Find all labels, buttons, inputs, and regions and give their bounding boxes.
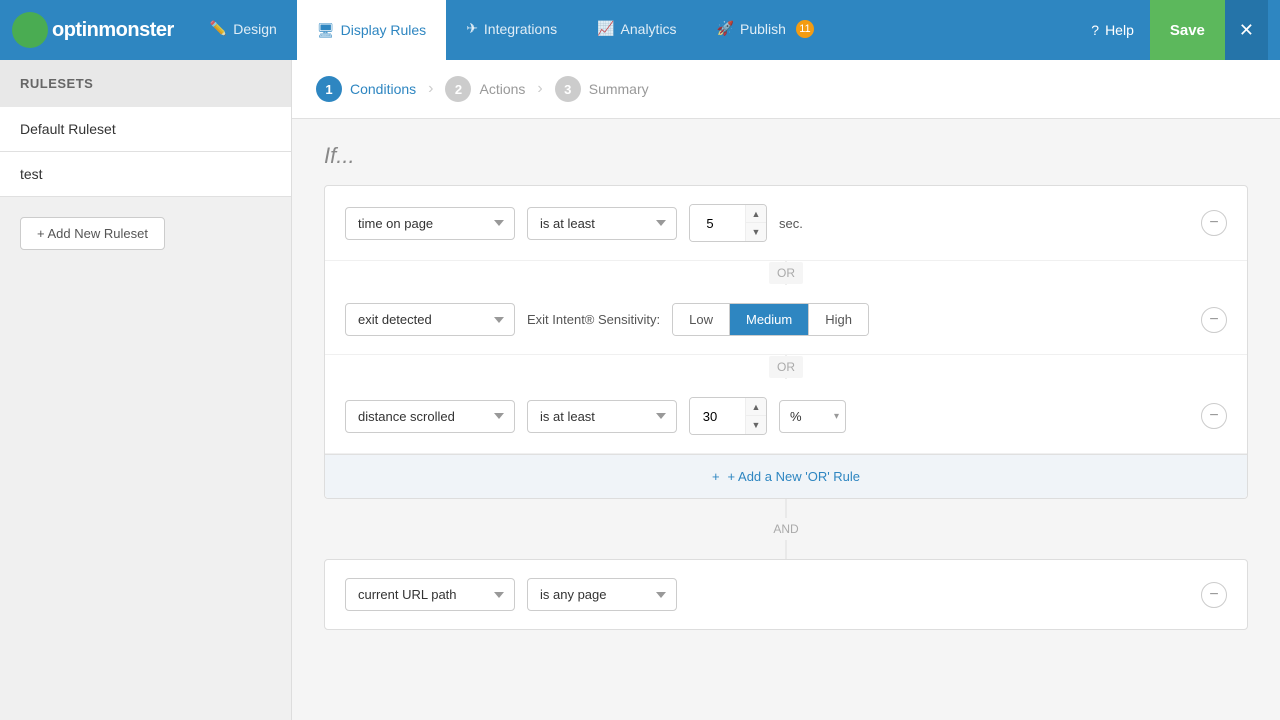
rules-area: If... time on page exit detected distanc… (292, 119, 1280, 654)
step-summary[interactable]: 3 Summary (555, 76, 649, 102)
spin-up-3[interactable]: ▲ (746, 398, 766, 416)
or-label-2: OR (769, 356, 803, 378)
spin-down-1[interactable]: ▼ (746, 223, 766, 241)
logo-text: optinmonster (52, 19, 174, 42)
logo-icon (12, 12, 48, 48)
steps-bar: 1 Conditions › 2 Actions › 3 Summary (292, 60, 1280, 119)
analytics-icon: 📈 (597, 20, 614, 37)
publish-badge: 11 (796, 20, 814, 38)
sidebar: Rulesets Default Ruleset test + Add New … (0, 60, 292, 720)
step-arrow-1: › (428, 80, 433, 98)
rule-row-exit-detected: exit detected time on page distance scro… (325, 285, 1247, 355)
add-or-rule-label: + Add a New 'OR' Rule (728, 469, 861, 484)
sensitivity-label: Exit Intent® Sensitivity: (527, 312, 660, 327)
spin-btns-3: ▲ ▼ (745, 398, 766, 434)
add-or-rule-button[interactable]: + + Add a New 'OR' Rule (325, 454, 1247, 498)
sensitivity-medium[interactable]: Medium (730, 304, 809, 335)
sensitivity-low[interactable]: Low (673, 304, 730, 335)
sidebar-item-test-label: test (20, 166, 43, 182)
number-input-wrap-3: ▲ ▼ (689, 397, 767, 435)
spin-up-1[interactable]: ▲ (746, 205, 766, 223)
condition-select-1[interactable]: time on page exit detected distance scro… (345, 207, 515, 240)
sensitivity-group: Low Medium High (672, 303, 869, 336)
step-3-circle: 3 (555, 76, 581, 102)
nav-tab-display-rules-label: Display Rules (341, 22, 427, 38)
unit-label-1: sec. (779, 216, 803, 231)
rule-group-1: time on page exit detected distance scro… (324, 185, 1248, 499)
nav-tab-integrations[interactable]: ✈ Integrations (446, 0, 577, 60)
help-icon: ? (1091, 22, 1099, 38)
unit-select-3[interactable]: % px (780, 401, 828, 432)
nav-tab-analytics-label: Analytics (621, 21, 677, 37)
remove-rule-3[interactable]: − (1201, 403, 1227, 429)
and-connector: AND (324, 499, 1248, 559)
step-conditions[interactable]: 1 Conditions (316, 76, 416, 102)
save-button[interactable]: Save (1150, 0, 1225, 60)
condition-select-3[interactable]: distance scrolled time on page exit dete… (345, 400, 515, 433)
unit-select-arrow-3: ▾ (828, 401, 845, 432)
nav-tab-publish[interactable]: 🚀 Publish 11 (697, 0, 834, 60)
nav-tab-design-label: Design (233, 21, 277, 37)
number-input-1[interactable] (690, 205, 745, 241)
rule-row-time-on-page: time on page exit detected distance scro… (325, 186, 1247, 261)
sidebar-item-default-ruleset[interactable]: Default Ruleset (0, 107, 291, 152)
close-icon: ✕ (1239, 20, 1254, 41)
rule-row-distance-scrolled: distance scrolled time on page exit dete… (325, 379, 1247, 454)
or-connector-2: OR (325, 355, 1247, 379)
operator-select-4[interactable]: is any page is at least is less than is … (527, 578, 677, 611)
nav-tab-design[interactable]: ✏️ Design (190, 0, 297, 60)
sensitivity-high[interactable]: High (809, 304, 868, 335)
remove-rule-4[interactable]: − (1201, 582, 1227, 608)
nav-tab-integrations-label: Integrations (484, 21, 557, 37)
design-icon: ✏️ (210, 20, 227, 37)
remove-rule-2[interactable]: − (1201, 307, 1227, 333)
or-connector-1: OR (325, 261, 1247, 285)
integrations-icon: ✈ (466, 20, 478, 37)
number-input-3[interactable] (690, 398, 745, 434)
step-1-label: Conditions (350, 81, 416, 97)
and-label: AND (763, 518, 808, 540)
remove-rule-1[interactable]: − (1201, 210, 1227, 236)
help-button[interactable]: ? Help (1075, 0, 1150, 60)
nav-tab-display-rules[interactable]: 🖥 Display Rules (297, 0, 446, 60)
operator-select-1[interactable]: is at least is less than is exactly (527, 207, 677, 240)
logo: optinmonster (12, 12, 174, 48)
spin-down-3[interactable]: ▼ (746, 416, 766, 434)
nav-tab-analytics[interactable]: 📈 Analytics (577, 0, 696, 60)
unit-select-wrap-3: % px ▾ (779, 400, 846, 433)
operator-select-3[interactable]: is at least is less than is exactly (527, 400, 677, 433)
if-label: If... (324, 143, 1248, 169)
add-or-rule-plus-icon: + (712, 469, 720, 484)
add-ruleset-label: + Add New Ruleset (37, 226, 148, 241)
or-label-1: OR (769, 262, 803, 284)
sidebar-item-default-ruleset-label: Default Ruleset (20, 121, 116, 137)
help-label: Help (1105, 22, 1134, 38)
step-2-label: Actions (479, 81, 525, 97)
condition-select-4[interactable]: current URL path time on page exit detec… (345, 578, 515, 611)
sidebar-item-test[interactable]: test (0, 152, 291, 197)
main-content: 1 Conditions › 2 Actions › 3 Summary If.… (292, 60, 1280, 720)
step-3-label: Summary (589, 81, 649, 97)
sidebar-section-header: Rulesets (0, 60, 291, 107)
spin-btns-1: ▲ ▼ (745, 205, 766, 241)
number-input-wrap-1: ▲ ▼ (689, 204, 767, 242)
topnav: optinmonster ✏️ Design 🖥 Display Rules ✈… (0, 0, 1280, 60)
add-ruleset-button[interactable]: + Add New Ruleset (20, 217, 165, 250)
step-arrow-2: › (537, 80, 542, 98)
step-actions[interactable]: 2 Actions (445, 76, 525, 102)
step-2-circle: 2 (445, 76, 471, 102)
nav-tab-publish-label: Publish (740, 21, 786, 37)
step-1-circle: 1 (316, 76, 342, 102)
rule-group-2: current URL path time on page exit detec… (324, 559, 1248, 630)
display-rules-icon: 🖥 (317, 22, 335, 39)
rule-row-current-url-path: current URL path time on page exit detec… (325, 560, 1247, 629)
publish-icon: 🚀 (717, 20, 734, 37)
condition-select-2[interactable]: exit detected time on page distance scro… (345, 303, 515, 336)
save-label: Save (1170, 22, 1205, 39)
close-button[interactable]: ✕ (1225, 0, 1268, 60)
